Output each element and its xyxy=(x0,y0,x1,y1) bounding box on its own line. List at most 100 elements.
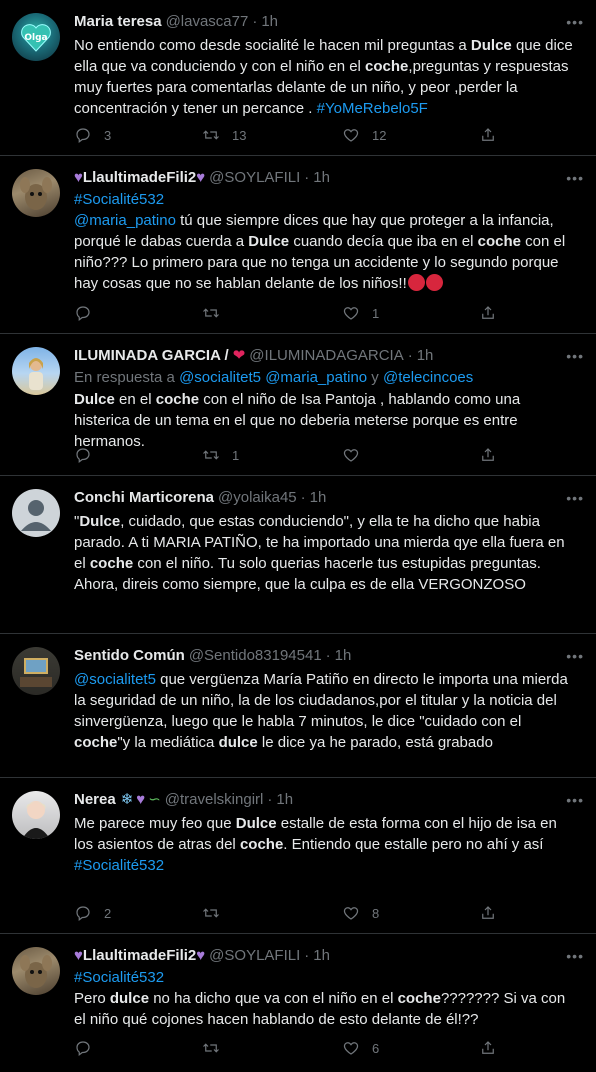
reply-button[interactable]: 3 xyxy=(74,126,111,144)
tweet-text: No entiendo como desde socialité le hace… xyxy=(74,35,580,119)
reply-button[interactable] xyxy=(74,1039,104,1057)
tweet[interactable]: Sentido Común @Sentido83194541 · 1h @soc… xyxy=(0,634,596,778)
tweet[interactable]: ♥ LlaultimadeFili2 ♥ @SOYLAFILI · 1h #So… xyxy=(0,156,596,334)
hashtag-link[interactable]: #YoMeRebelo5F xyxy=(317,100,428,117)
tweet[interactable]: Nerea ❄ ♥ ∽ @travelskingirl · 1h Me pare… xyxy=(0,778,596,934)
timestamp[interactable]: 1h xyxy=(313,946,330,966)
animal-avatar-graphic xyxy=(20,955,52,988)
timestamp[interactable]: 1h xyxy=(313,168,330,188)
like-button[interactable]: 1 xyxy=(342,304,379,322)
mentioned-user[interactable]: @maria_patino xyxy=(265,369,367,386)
display-name[interactable]: Nerea xyxy=(74,790,116,810)
display-name[interactable]: Conchi Marticorena xyxy=(74,488,214,508)
avatar[interactable] xyxy=(12,947,60,995)
text-segment: . Entiendo que estalle pero no ahí y así xyxy=(283,836,544,853)
lizard-icon: ∽ xyxy=(148,791,161,808)
share-button[interactable] xyxy=(479,304,497,322)
purple-heart-icon: ♥ xyxy=(196,169,206,186)
tweet[interactable]: Conchi Marticorena @yolaika45 · 1h "Dulc… xyxy=(0,476,596,634)
share-button[interactable] xyxy=(479,126,497,144)
user-handle[interactable]: @SOYLAFILI xyxy=(209,946,300,966)
display-name[interactable]: LlaultimadeFili2 xyxy=(83,168,196,188)
timestamp[interactable]: 1h xyxy=(310,488,327,508)
highlighted-keyword: coche xyxy=(155,391,200,408)
user-handle[interactable]: @Sentido83194541 xyxy=(189,646,322,666)
separator-dot: · xyxy=(267,791,273,808)
mentioned-user[interactable]: @telecincoes xyxy=(383,369,473,386)
share-icon xyxy=(482,128,494,141)
reply-button[interactable] xyxy=(74,446,104,464)
timestamp[interactable]: 1h xyxy=(417,346,434,366)
display-name[interactable]: Sentido Común xyxy=(74,646,185,666)
retweet-button[interactable] xyxy=(202,1039,232,1057)
more-options-icon[interactable]: ••• xyxy=(566,170,584,186)
text-segment: le dice ya he parado, está grabado xyxy=(257,734,493,751)
hashtag-link[interactable]: #Socialité532 xyxy=(74,857,164,874)
reply-count: 2 xyxy=(104,905,112,921)
more-options-icon[interactable]: ••• xyxy=(566,648,584,664)
more-options-icon[interactable]: ••• xyxy=(566,490,584,506)
tweet-header: Conchi Marticorena @yolaika45 · 1h xyxy=(74,488,580,508)
tweet[interactable]: ♥ LlaultimadeFili2 ♥ @SOYLAFILI · 1h #So… xyxy=(0,934,596,1072)
retweet-count: 1 xyxy=(232,447,240,463)
user-handle[interactable]: @SOYLAFILI xyxy=(209,168,300,188)
display-name[interactable]: ILUMINADA GARCIA / xyxy=(74,346,229,366)
user-handle[interactable]: @travelskingirl xyxy=(165,790,264,810)
text-segment: No entiendo como desde socialité le hace… xyxy=(74,37,471,54)
default-profile-icon xyxy=(21,500,51,531)
avatar[interactable] xyxy=(12,647,60,695)
tweet-actions: 3 13 12 xyxy=(74,126,504,146)
retweet-button[interactable] xyxy=(202,904,232,922)
hashtag-link[interactable]: #Socialité532 xyxy=(74,191,164,208)
user-handle[interactable]: @lavasca77 xyxy=(166,12,249,32)
like-button[interactable]: 12 xyxy=(342,126,386,144)
highlighted-keyword: coche xyxy=(397,990,441,1007)
avatar[interactable] xyxy=(12,791,60,839)
avatar[interactable] xyxy=(12,169,60,217)
tweet[interactable]: ILUMINADA GARCIA / ❤ @ILUMINADAGARCIA · … xyxy=(0,334,596,476)
avatar[interactable] xyxy=(12,489,60,537)
hashtag-link[interactable]: #Socialité532 xyxy=(74,969,164,986)
heart-icon xyxy=(343,129,359,142)
person-avatar-graphic xyxy=(22,801,50,839)
user-handle[interactable]: @yolaika45 xyxy=(218,488,297,508)
display-name[interactable]: LlaultimadeFili2 xyxy=(83,946,196,966)
timestamp[interactable]: 1h xyxy=(261,12,278,32)
tweet-feed: Olga Maria teresa @lavasca77 · 1h No ent… xyxy=(0,0,596,1072)
like-button[interactable]: 8 xyxy=(342,904,379,922)
mentioned-user[interactable]: @socialitet5 xyxy=(179,369,261,386)
tweet-header: Sentido Común @Sentido83194541 · 1h xyxy=(74,646,580,666)
tweet-text: "Dulce, cuidado, que estas conduciendo",… xyxy=(74,511,580,595)
display-name[interactable]: Maria teresa xyxy=(74,12,162,32)
share-button[interactable] xyxy=(479,446,497,464)
separator-dot: · xyxy=(407,347,413,364)
separator-dot: · xyxy=(304,169,310,186)
retweet-button[interactable] xyxy=(202,304,232,322)
share-button[interactable] xyxy=(479,904,497,922)
reply-button[interactable]: 2 xyxy=(74,904,111,922)
more-options-icon[interactable]: ••• xyxy=(566,14,584,30)
timestamp[interactable]: 1h xyxy=(276,790,293,810)
reply-button[interactable] xyxy=(74,304,104,322)
avatar[interactable]: Olga xyxy=(12,13,60,61)
retweet-icon xyxy=(203,308,219,318)
tweet-header: Maria teresa @lavasca77 · 1h xyxy=(74,12,580,32)
retweet-button[interactable]: 13 xyxy=(202,126,246,144)
reply-prefix: En respuesta a xyxy=(74,369,180,386)
tweet[interactable]: Olga Maria teresa @lavasca77 · 1h No ent… xyxy=(0,0,596,156)
mention-link[interactable]: @socialitet5 xyxy=(74,671,156,688)
retweet-button[interactable]: 1 xyxy=(202,446,239,464)
red-heart-icon: ❤ xyxy=(232,347,246,364)
timestamp[interactable]: 1h xyxy=(335,646,352,666)
more-options-icon[interactable]: ••• xyxy=(566,948,584,964)
tweet-text: @socialitet5 que vergüenza María Patiño … xyxy=(74,669,580,753)
tweet-actions: 6 xyxy=(74,1039,504,1059)
like-button[interactable]: 6 xyxy=(342,1039,379,1057)
more-options-icon[interactable]: ••• xyxy=(566,348,584,364)
user-handle[interactable]: @ILUMINADAGARCIA xyxy=(249,346,403,366)
like-button[interactable] xyxy=(342,446,372,464)
avatar[interactable] xyxy=(12,347,60,395)
more-options-icon[interactable]: ••• xyxy=(566,792,584,808)
share-button[interactable] xyxy=(479,1039,497,1057)
mention-link[interactable]: @maria_patino xyxy=(74,212,176,229)
